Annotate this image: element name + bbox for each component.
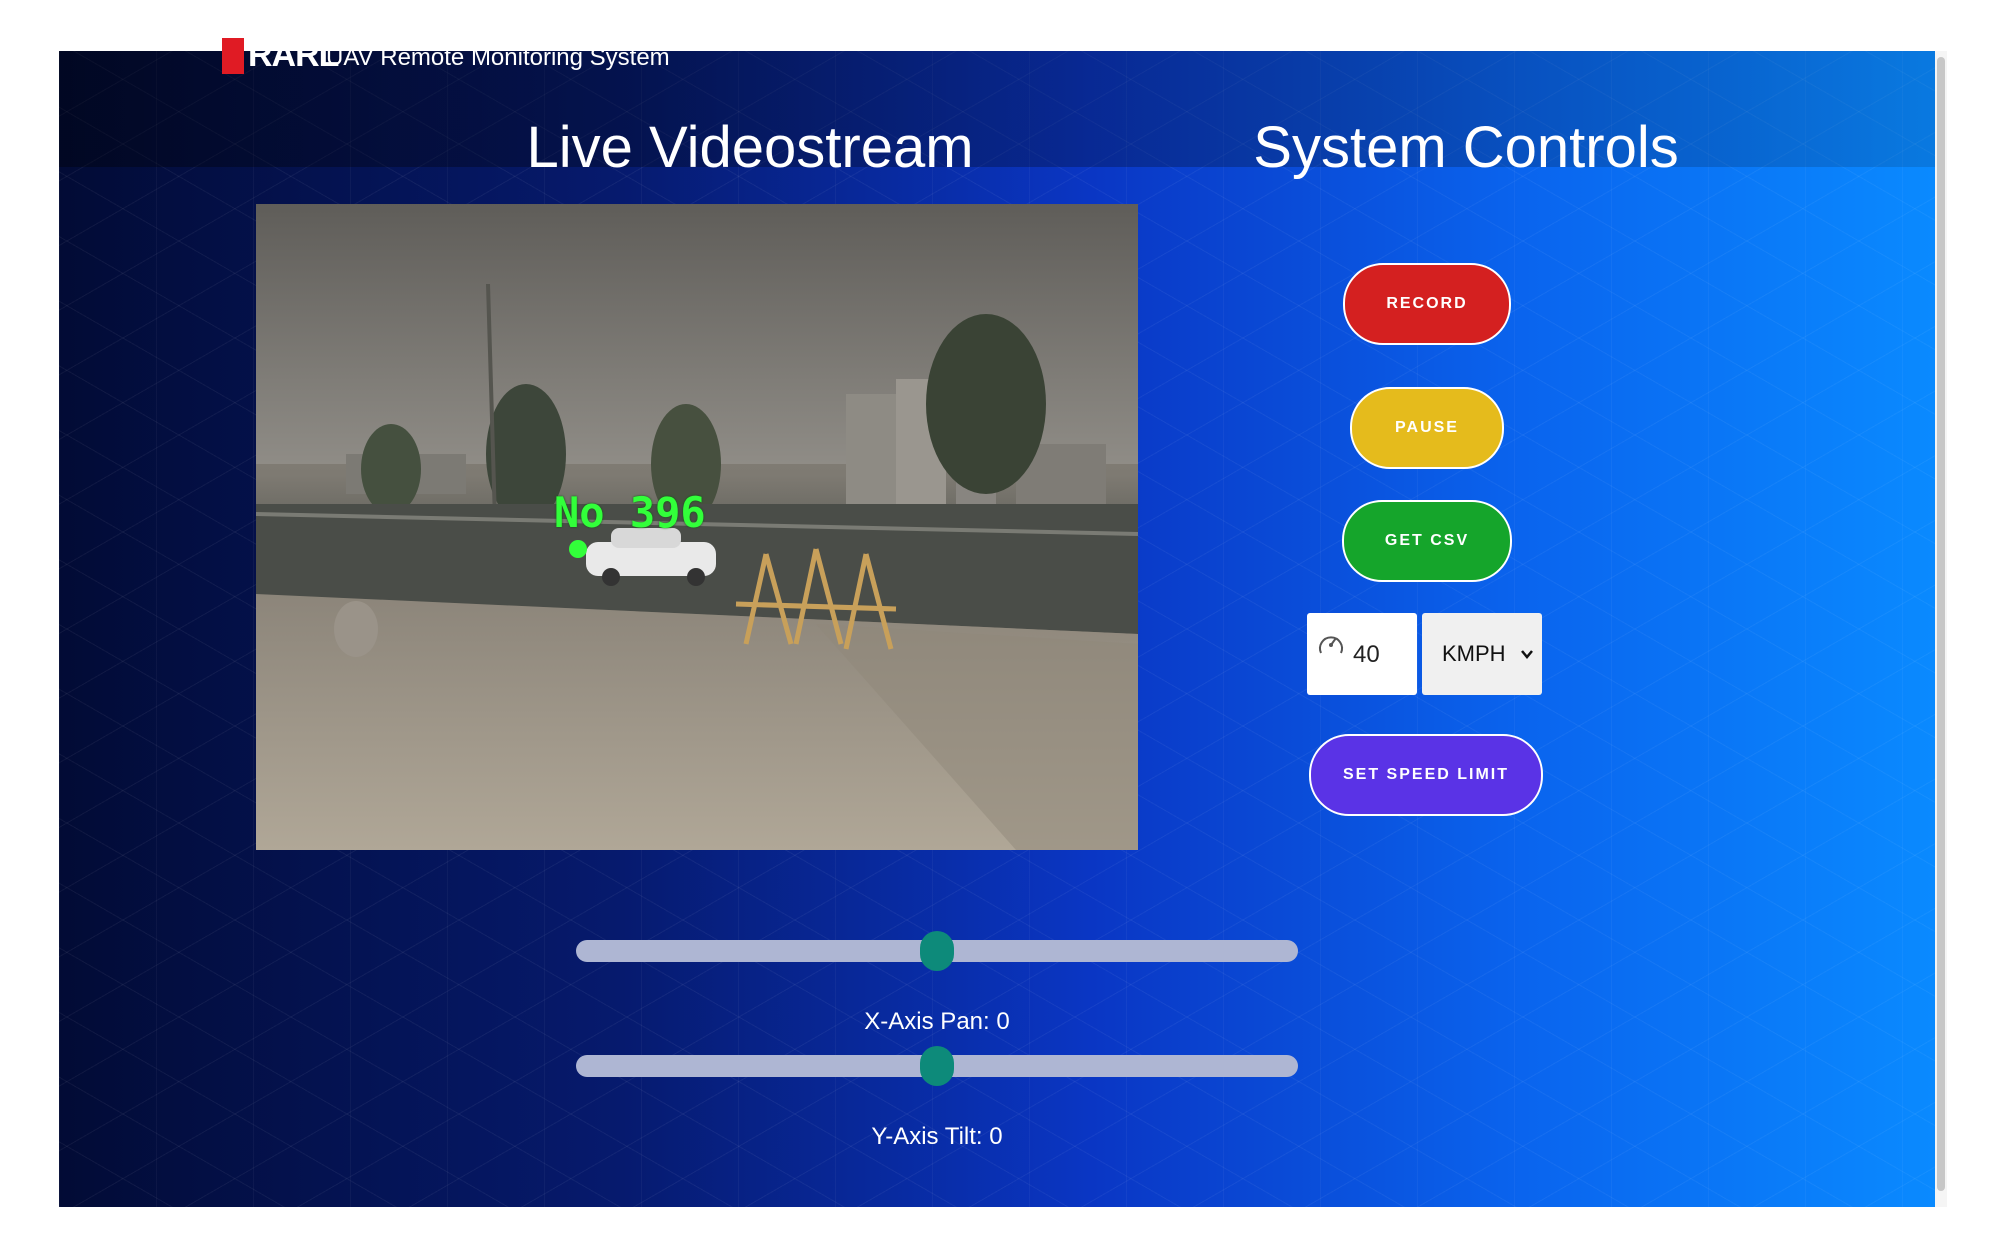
live-video-frame: No 396 [256,204,1138,850]
chevron-down-icon [1521,650,1533,659]
page-scrollbar[interactable] [1935,51,1947,1207]
controls-section-title: System Controls [1253,115,1679,180]
app-title: UAV Remote Monitoring System [326,44,670,71]
x-axis-pan-label: X-Axis Pan: 0 [864,1008,1010,1035]
y-axis-tilt-label: Y-Axis Tilt: 0 [871,1123,1003,1150]
pause-button[interactable]: PAUSE [1350,387,1504,469]
speedometer-icon [1319,636,1343,654]
y-axis-tilt-slider[interactable] [576,1046,1298,1086]
record-button[interactable]: RECORD [1343,263,1511,345]
speed-value: 40 [1353,641,1380,668]
logo-text: RARL [248,36,339,74]
x-axis-pan-slider[interactable] [576,931,1298,971]
speed-unit-select[interactable]: KMPH [1422,613,1542,695]
unit-selected-value: KMPH [1442,641,1506,666]
scrollbar-thumb[interactable] [1937,57,1945,1191]
get-csv-button[interactable]: GET CSV [1342,500,1512,582]
logo-mark-icon [222,37,244,74]
video-section-title: Live Videostream [526,115,974,180]
detection-label: No 396 [554,488,706,537]
speed-limit-input[interactable]: 40 [1307,613,1417,695]
x-axis-slider-thumb[interactable] [920,931,954,971]
y-axis-slider-thumb[interactable] [920,1046,954,1086]
set-speed-limit-button[interactable]: SET SPEED LIMIT [1309,734,1543,816]
detection-marker [569,540,587,558]
rarl-logo[interactable]: RARL [222,36,339,75]
